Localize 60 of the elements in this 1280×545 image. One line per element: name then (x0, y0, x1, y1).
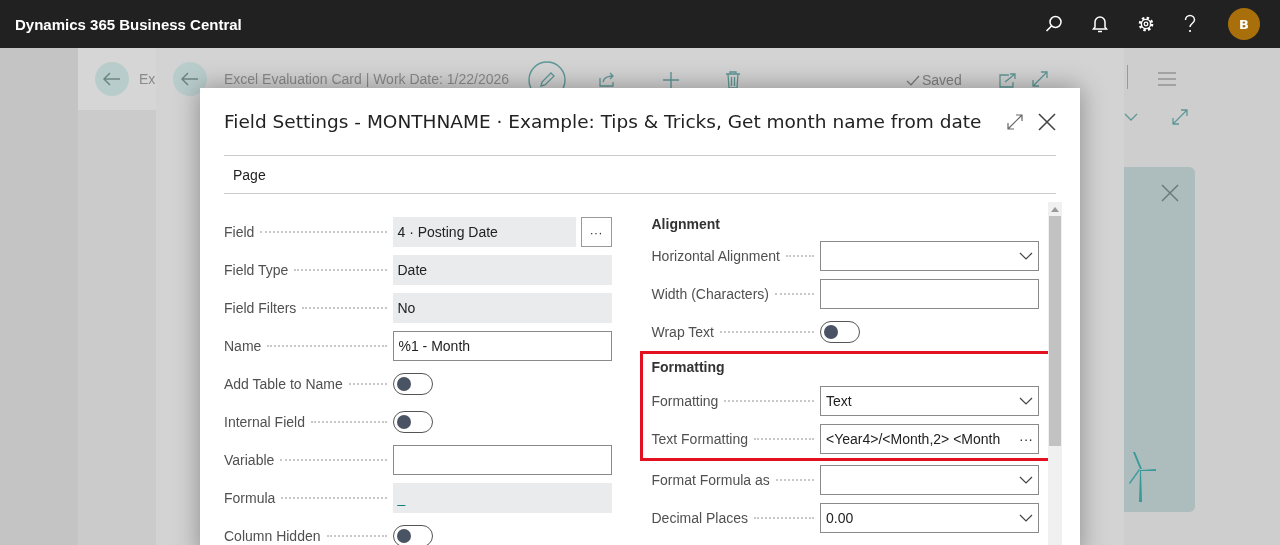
expand-icon[interactable] (1031, 70, 1049, 88)
group-heading: Formatting (651, 359, 725, 375)
back-icon[interactable] (173, 62, 207, 96)
field-label: Width (Characters) (651, 286, 770, 302)
field-label: Name (224, 338, 263, 354)
field-label: Wrap Text (651, 324, 715, 340)
expand-icon[interactable] (1006, 112, 1024, 131)
trash-icon[interactable] (725, 71, 741, 89)
page-title: Excel Evaluation Card | Work Date: 1/22/2026 (224, 71, 510, 87)
field-value: 4 · Posting Date (392, 217, 576, 247)
dropdown-field[interactable]: Text (820, 386, 1039, 416)
share-icon[interactable] (598, 70, 616, 88)
chevron-icon (1019, 252, 1033, 260)
field-label: Column Hidden (224, 528, 322, 544)
user-avatar[interactable]: B (1228, 8, 1260, 40)
scroll-up-icon[interactable] (1050, 206, 1060, 212)
chevron-icon[interactable] (1124, 113, 1138, 121)
app-title[interactable]: Dynamics 365 Business Central (15, 15, 1044, 33)
field-label: Format Formula as (651, 472, 771, 488)
field-label: Decimal Places (651, 510, 749, 526)
field-label: Field Type (224, 262, 290, 278)
open-new-icon[interactable] (999, 72, 1017, 88)
input-field[interactable] (392, 445, 612, 475)
field-label: Add Table to Name (224, 376, 344, 392)
chevron-icon (1019, 476, 1033, 484)
saved-status: Saved (922, 72, 962, 88)
help-icon[interactable] (1183, 14, 1197, 34)
field-value: No (392, 293, 612, 323)
settings-icon[interactable] (1136, 14, 1156, 34)
lookup-button[interactable]: ··· (580, 217, 612, 247)
group-heading: Alignment (651, 216, 720, 232)
chevron-icon (1019, 397, 1033, 405)
field-label: Internal Field (224, 414, 306, 430)
bell-icon[interactable] (1091, 14, 1109, 34)
checkmark-icon (906, 75, 920, 87)
search-icon[interactable] (1044, 14, 1064, 34)
close-icon[interactable] (1038, 112, 1056, 131)
page-action[interactable]: Page (233, 166, 266, 183)
input-field[interactable]: %1 - Month (392, 331, 612, 361)
dropdown-field[interactable] (820, 465, 1039, 495)
page-title: Ex (139, 71, 156, 87)
field-label: Formatting (651, 393, 720, 409)
chevron-icon (1019, 514, 1033, 522)
back-icon[interactable] (95, 62, 129, 96)
dropdown-field[interactable] (820, 241, 1039, 271)
field-label: Horizontal Alignment (651, 248, 781, 264)
dialog-title: Field Settings - MONTHNAME · Example: Tips & Tricks, Get month name from date (224, 111, 983, 132)
wind-turbine-icon (1127, 450, 1157, 502)
input-field[interactable]: <Year4>/<Month,2> <Month ··· (820, 424, 1039, 454)
field-label: Field (224, 224, 256, 240)
field-label: Variable (224, 452, 276, 468)
scrollbar[interactable] (1048, 202, 1062, 545)
formula-field[interactable]: _ (392, 483, 612, 513)
field-label: Text Formatting (651, 431, 749, 447)
field-value: Date (392, 255, 612, 285)
field-label: Formula (224, 490, 277, 506)
dropdown-field[interactable]: 0.00 (820, 503, 1039, 533)
field-label: Field Filters (224, 300, 298, 316)
plus-icon[interactable] (662, 71, 680, 89)
input-field[interactable] (820, 279, 1039, 309)
